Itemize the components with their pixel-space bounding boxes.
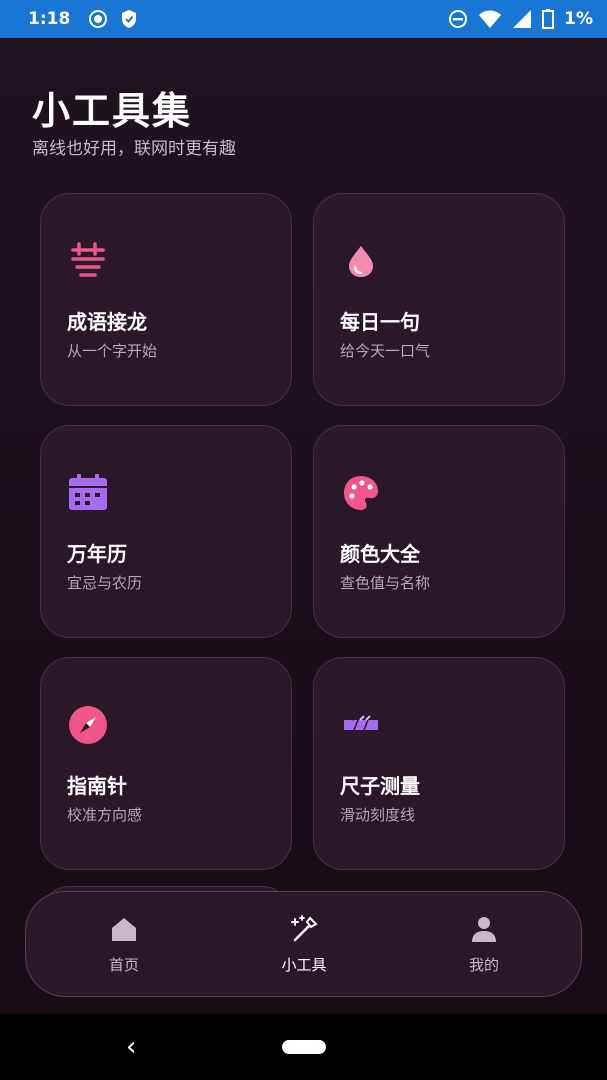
tool-card-ruler[interactable]: 尺子测量 滑动刻度线 [313, 657, 565, 870]
nav-item-tools[interactable]: 小工具 [254, 914, 354, 975]
shield-icon [122, 10, 137, 28]
home-pill[interactable] [282, 1040, 326, 1054]
tool-desc: 查色值与名称 [340, 574, 431, 592]
tool-card-colors[interactable]: 颜色大全 查色值与名称 [313, 425, 565, 638]
tool-desc: 从一个字开始 [67, 342, 158, 360]
status-bar: 1:18 1% [0, 0, 607, 38]
app-screen: 小工具集 离线也好用，联网时更有趣 成语接龙 从一个字开始 每日一句 给今天一口… [0, 38, 607, 1014]
tool-card-compass[interactable]: 指南针 校准方向感 [40, 657, 292, 870]
battery-percent: 1% [564, 9, 593, 29]
nav-label: 小工具 [281, 956, 327, 974]
home-icon [112, 918, 136, 941]
page-subtitle: 离线也好用，联网时更有趣 [32, 139, 236, 159]
page-title: 小工具集 [32, 89, 193, 133]
bottom-nav: 首页 小工具 我的 [25, 891, 582, 997]
tool-card-daily-quote[interactable]: 每日一句 给今天一口气 [313, 193, 565, 406]
ruler-icon [344, 715, 378, 731]
compass-icon [69, 706, 107, 744]
tool-name: 成语接龙 [67, 310, 147, 334]
dnd-icon [449, 10, 468, 28]
back-icon[interactable]: ‹ [126, 1032, 136, 1062]
tool-desc: 校准方向感 [67, 806, 143, 824]
tool-name: 每日一句 [340, 310, 420, 334]
magic-wand-icon [291, 915, 318, 942]
tool-card-idiom-chain[interactable]: 成语接龙 从一个字开始 [40, 193, 292, 406]
tool-name: 尺子测量 [340, 774, 420, 798]
tool-name: 颜色大全 [340, 542, 420, 566]
person-icon [472, 917, 496, 942]
tool-name: 指南针 [67, 774, 127, 798]
wifi-icon [479, 10, 502, 28]
tool-desc: 滑动刻度线 [340, 806, 416, 824]
nav-label: 我的 [468, 956, 499, 974]
record-icon [89, 10, 108, 28]
droplet-icon [349, 246, 373, 277]
tool-desc: 宜忌与农历 [67, 574, 143, 592]
battery-icon [542, 9, 555, 29]
tool-card-calendar[interactable]: 万年历 宜忌与农历 [40, 425, 292, 638]
palette-icon [344, 476, 378, 510]
nav-label: 首页 [108, 956, 139, 974]
calendar-icon [69, 474, 107, 510]
text-lines-icon [71, 242, 105, 277]
status-time: 1:18 [28, 9, 71, 29]
nav-item-profile[interactable]: 我的 [434, 914, 534, 975]
tool-desc: 给今天一口气 [340, 342, 431, 360]
nav-item-home[interactable]: 首页 [74, 914, 174, 975]
tool-name: 万年历 [67, 542, 127, 566]
system-nav-bar: ‹ [0, 1014, 607, 1080]
signal-icon [513, 10, 532, 28]
